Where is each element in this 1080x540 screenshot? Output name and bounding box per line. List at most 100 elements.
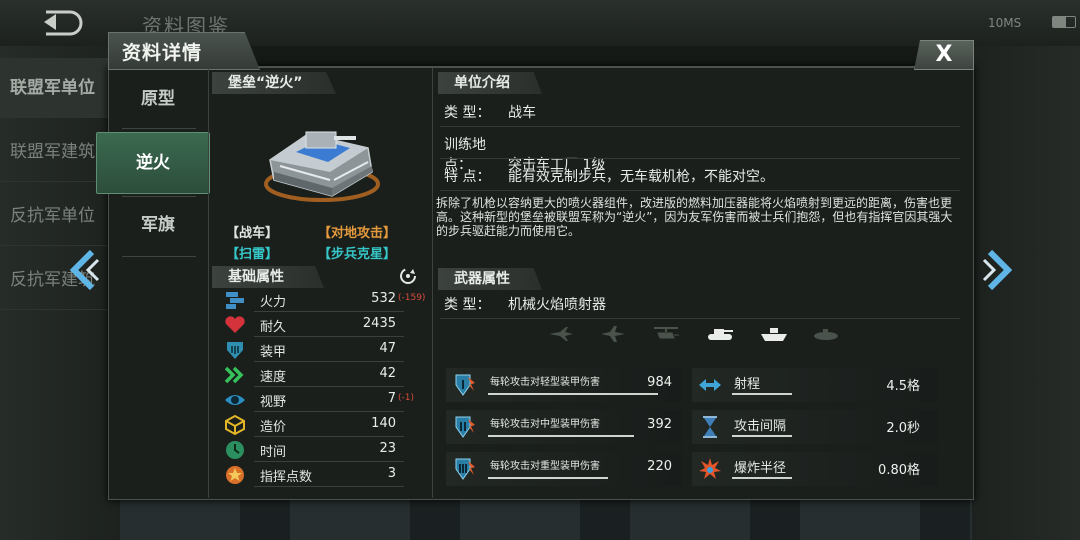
intro-type-value: 战车 xyxy=(508,105,536,121)
stat-cost: 造价 140 xyxy=(224,413,412,437)
unit-intro-header: 单位介绍 xyxy=(438,72,542,94)
stat-label: 时间 xyxy=(260,445,287,460)
spec-value: 0.80格 xyxy=(878,463,920,478)
network-latency: 10MS xyxy=(988,16,1022,30)
firepower-icon xyxy=(226,292,244,309)
panel-divider xyxy=(208,68,209,498)
spec-label: 爆炸半径 xyxy=(734,461,787,476)
info-divider xyxy=(440,190,960,191)
damage-label: 每轮攻击对轻型装甲伤害 xyxy=(490,377,600,388)
ship-icon xyxy=(761,328,787,341)
damage-light-armor-card: 每轮攻击对轻型装甲伤害 984 xyxy=(446,368,682,402)
back-icon[interactable] xyxy=(40,8,84,38)
stat-delta: (-159) xyxy=(398,293,426,303)
nav-rebel-buildings[interactable]: 反抗军建筑 xyxy=(0,250,120,310)
stat-value: 47 xyxy=(379,341,396,356)
nav-alliance-units[interactable]: 联盟军单位 xyxy=(0,58,120,118)
heart-icon xyxy=(225,316,245,333)
background-right-panel xyxy=(972,46,1080,540)
stat-label: 装甲 xyxy=(260,345,287,360)
stat-label: 造价 xyxy=(260,420,287,435)
submarine-icon xyxy=(814,329,838,340)
tab-prototype[interactable]: 原型 xyxy=(110,72,206,126)
tag-infantry-killer: 【步兵克星】 xyxy=(318,247,397,262)
range-card: 射程 4.5格 xyxy=(692,368,938,402)
damage-medium-armor-card: 每轮攻击对中型装甲伤害 392 xyxy=(446,410,682,444)
stat-value: 3 xyxy=(387,466,396,481)
tab-banner[interactable]: 军旗 xyxy=(110,198,206,252)
refresh-icon[interactable] xyxy=(398,266,418,286)
damage-value: 220 xyxy=(647,459,672,474)
close-button[interactable]: X xyxy=(914,40,974,70)
fighter-jet-icon xyxy=(549,327,573,341)
stat-time: 时间 23 xyxy=(224,438,412,462)
tab-divider xyxy=(122,256,196,257)
stat-value: 23 xyxy=(379,441,396,456)
hourglass-icon xyxy=(703,416,717,438)
attack-interval-card: 攻击间隔 2.0秒 xyxy=(692,410,938,444)
damage-label: 每轮攻击对中型装甲伤害 xyxy=(490,419,600,430)
nav-rebel-units[interactable]: 反抗军单位 xyxy=(0,186,120,246)
previous-arrow-icon[interactable] xyxy=(62,248,102,292)
weapon-type-value: 机械火焰喷射器 xyxy=(508,297,606,313)
explosion-icon xyxy=(699,458,721,479)
speed-chevrons-icon xyxy=(224,366,244,384)
dialog-title: 资料详情 xyxy=(122,42,203,64)
eye-icon xyxy=(225,395,245,405)
spec-label: 射程 xyxy=(734,377,761,392)
stat-speed: 速度 42 xyxy=(224,363,412,387)
stat-vision: 视野 7 (-1) xyxy=(224,388,414,412)
helicopter-icon xyxy=(654,327,679,339)
next-arrow-icon[interactable] xyxy=(980,248,1020,292)
blast-radius-card: 爆炸半径 0.80格 xyxy=(692,452,938,486)
damage-value: 392 xyxy=(647,417,672,432)
tank-unit-image xyxy=(264,131,380,202)
stat-label: 指挥点数 xyxy=(260,470,313,485)
stat-durability: 耐久 2435 xyxy=(224,313,412,337)
intro-feature-line: 特 点： 能有效克制步兵，无车载机枪，不能对空。 xyxy=(444,166,774,186)
tag-ground-attack: 【对地攻击】 xyxy=(318,226,397,241)
command-star-icon xyxy=(226,466,244,484)
tab-divider xyxy=(122,196,196,197)
stat-command-points: 指挥点数 3 xyxy=(224,463,412,487)
battery-icon xyxy=(1052,16,1076,28)
spec-value: 2.0秒 xyxy=(886,421,920,436)
stat-value: 42 xyxy=(379,366,396,381)
weapon-type-key: 类 型： xyxy=(444,297,491,313)
stat-value: 2435 xyxy=(362,316,396,331)
tag-vehicle: 【战车】 xyxy=(226,226,279,241)
damage-value: 984 xyxy=(647,375,672,390)
armor-class-1-icon xyxy=(455,374,475,396)
damage-label: 每轮攻击对重型装甲伤害 xyxy=(490,461,600,472)
stat-delta: (-1) xyxy=(398,393,414,403)
clock-icon xyxy=(226,441,244,459)
range-arrows-icon xyxy=(699,379,721,391)
tag-mine-sweeping: 【扫雷】 xyxy=(226,247,279,262)
info-divider xyxy=(440,126,960,127)
cube-cost-icon xyxy=(225,415,245,435)
spec-bar xyxy=(732,393,792,395)
spec-bar xyxy=(732,435,792,437)
damage-bar xyxy=(488,435,634,437)
info-divider xyxy=(440,158,960,159)
panel-divider xyxy=(432,68,433,498)
tank-icon xyxy=(708,329,733,340)
stat-value: 140 xyxy=(371,416,396,431)
basic-stats-header: 基础属性 xyxy=(212,266,324,288)
stat-label: 视野 xyxy=(260,395,287,410)
damage-bar xyxy=(488,477,608,479)
intro-feature-value: 能有效克制步兵，无车载机枪，不能对空。 xyxy=(508,169,774,185)
dialog-title-rule xyxy=(258,66,914,68)
stat-firepower: 火力 532 (-159) xyxy=(224,288,425,312)
intro-type-line: 类 型： 战车 xyxy=(444,102,536,122)
background-unit-strip xyxy=(120,500,972,540)
tab-backfire[interactable]: 逆火 xyxy=(96,132,210,194)
tab-divider xyxy=(122,128,196,129)
unit-name: 堡垒“逆火” xyxy=(212,72,336,94)
damage-heavy-armor-card: 每轮攻击对重型装甲伤害 220 xyxy=(446,452,682,486)
spec-label: 攻击间隔 xyxy=(734,419,787,434)
intro-feature-key: 特 点： xyxy=(444,169,491,185)
intro-type-key: 类 型： xyxy=(444,105,491,121)
stat-value: 7 xyxy=(387,391,396,406)
stat-label: 速度 xyxy=(260,370,287,385)
